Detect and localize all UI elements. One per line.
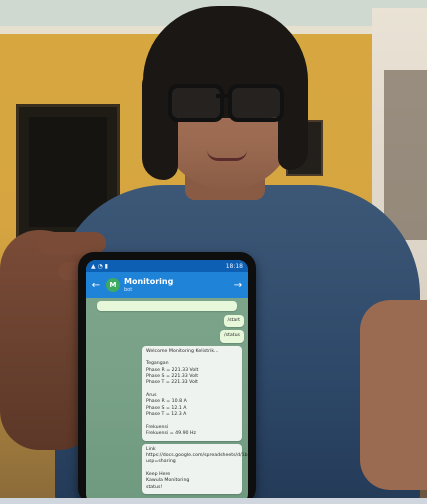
status-bar: ▲ ◔ ▮ 18:18 — [86, 260, 248, 272]
outgoing-message: /start — [223, 315, 244, 328]
back-arrow-icon[interactable]: ← — [90, 280, 102, 291]
status-icons: ▲ ◔ ▮ — [91, 262, 108, 270]
status-time: 18:18 — [225, 262, 243, 270]
chat-title: Monitoring — [124, 276, 174, 286]
chat-title-block[interactable]: Monitoring bot — [124, 276, 228, 293]
phone-screen: ▲ ◔ ▮ 18:18 ← M Monitoring bot → /start … — [86, 260, 248, 504]
incoming-message: Link https://docs.google.com/spreadsheet… — [142, 443, 248, 494]
glasses-right-lens — [228, 84, 284, 122]
chat-bubble-top — [97, 301, 237, 311]
bottom-strip — [0, 498, 427, 504]
right-arm — [360, 300, 427, 490]
glasses — [166, 78, 290, 122]
avatar[interactable]: M — [106, 278, 120, 292]
pillar-shadow — [384, 70, 427, 240]
chat-subtitle: bot — [124, 286, 133, 293]
chat-app-bar: ← M Monitoring bot → — [86, 272, 248, 298]
incoming-message: Welcome Monitoring Kelistrik... Tegangan… — [142, 345, 242, 441]
mouth — [207, 150, 247, 161]
finger — [36, 232, 106, 254]
smartphone: ▲ ◔ ▮ 18:18 ← M Monitoring bot → /start … — [78, 252, 256, 504]
forward-arrow-icon[interactable]: → — [232, 280, 244, 291]
outgoing-message: /status — [220, 330, 244, 343]
photo-scene: ▲ ◔ ▮ 18:18 ← M Monitoring bot → /start … — [0, 0, 427, 504]
glasses-left-lens — [168, 84, 224, 122]
messages-list: /start /status Welcome Monitoring Kelist… — [86, 298, 248, 500]
